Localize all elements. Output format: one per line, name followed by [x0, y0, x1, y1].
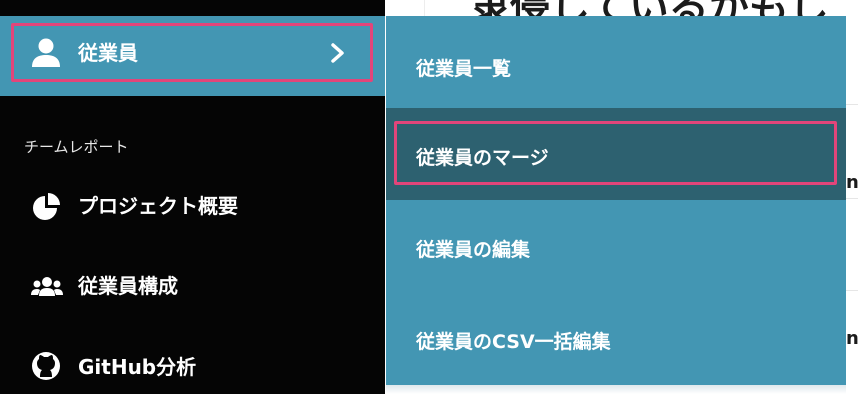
- sidebar-item-employee-composition[interactable]: 従業員構成: [0, 261, 385, 313]
- submenu-item-employee-list[interactable]: 従業員一覧: [386, 16, 846, 108]
- chevron-right-icon: [331, 43, 344, 63]
- users-icon: [31, 277, 63, 296]
- submenu-item-edit-employees[interactable]: 従業員の編集: [386, 200, 846, 292]
- sidebar-top: [0, 0, 385, 16]
- highlight-outline: [394, 121, 837, 185]
- pie-chart-icon: [33, 193, 60, 220]
- submenu-item-label: 従業員の編集: [416, 239, 531, 261]
- sidebar-item-github-analysis[interactable]: GitHub分析: [0, 341, 385, 393]
- background-text-fragment: n: [846, 172, 858, 193]
- sidebar-item-label: プロジェクト概要: [78, 194, 238, 218]
- github-icon: [32, 352, 60, 380]
- user-icon: [32, 38, 60, 67]
- submenu-item-label: 従業員一覧: [416, 58, 512, 80]
- submenu-item-csv-bulk-edit[interactable]: 従業員のCSV一括編集: [386, 292, 846, 384]
- sidebar: 従業員 チームレポート プロジェクト概要 従業員構成 GitHub分析: [0, 0, 385, 394]
- sidebar-item-label: 従業員: [78, 41, 138, 65]
- submenu-item-label: 従業員のCSV一括編集: [416, 331, 611, 353]
- sidebar-item-project-overview[interactable]: プロジェクト概要: [0, 181, 385, 233]
- highlight-outline: [11, 23, 373, 82]
- section-title: チームレポート: [24, 138, 129, 156]
- employee-submenu: 従業員一覧 従業員のマージ 従業員の編集 従業員のCSV一括編集: [386, 16, 846, 385]
- sidebar-item-label: 従業員構成: [78, 274, 178, 298]
- sidebar-item-label: GitHub分析: [78, 355, 197, 379]
- background-text-fragment: n: [846, 328, 858, 349]
- submenu-shadow: [386, 385, 846, 394]
